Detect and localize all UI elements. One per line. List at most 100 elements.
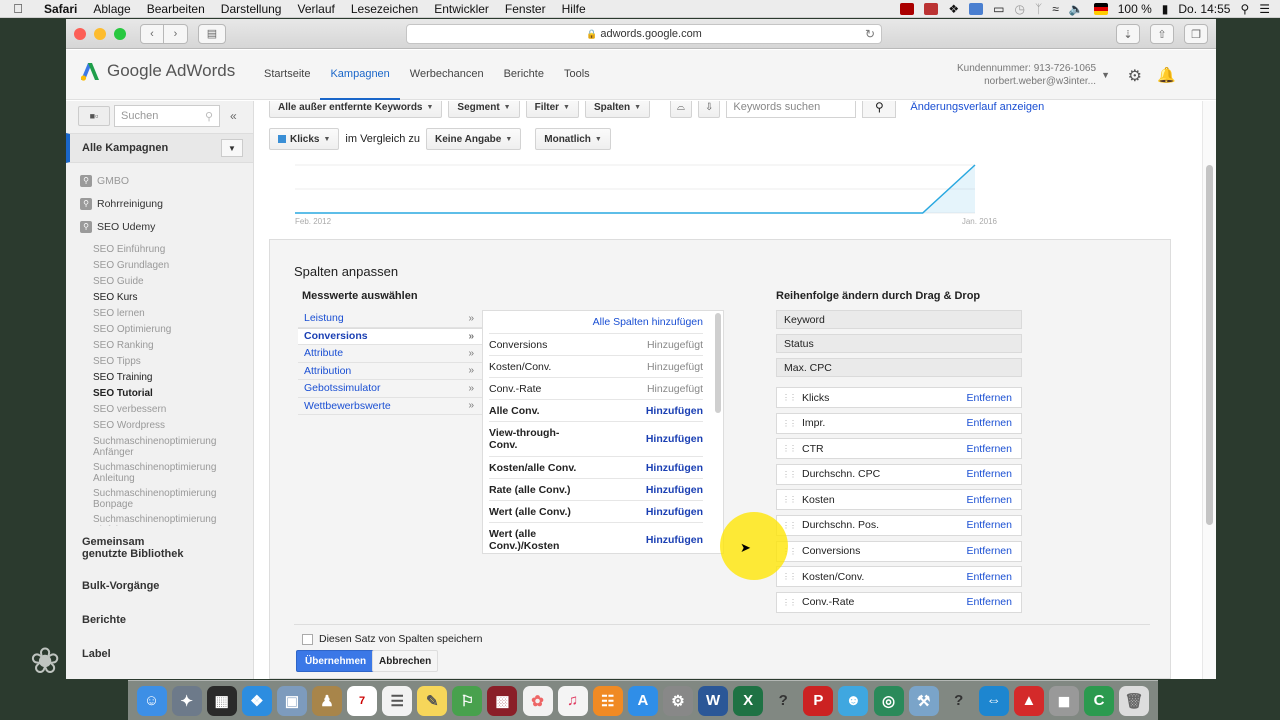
spotlight-icon[interactable]: ⚲ [1240,2,1249,16]
account-caret-icon[interactable]: ▼ [1101,70,1110,80]
remove-column-link[interactable]: Entfernen [966,545,1012,557]
recording-icon[interactable] [900,2,915,15]
order-column-row[interactable]: ⋮⋮ Kosten/Conv. Entfernen [776,566,1022,588]
downloads-icon[interactable]: ⇣ [1116,24,1140,44]
menu-entwickler[interactable]: Entwickler [426,2,497,16]
order-column-row[interactable]: ⋮⋮ Conv.-Rate Entfernen [776,591,1022,613]
trash-icon[interactable]: 🗑 [1119,685,1150,716]
remove-column-link[interactable]: Entfernen [966,519,1012,531]
drag-handle-icon[interactable]: ⋮⋮ [782,419,797,428]
ibooks-icon[interactable]: ☷ [592,685,623,716]
account-info[interactable]: Kundennummer: 913-726-1065 norbert.weber… [957,62,1096,88]
safari-icon[interactable]: ❖ [241,685,272,716]
help-icon[interactable]: ? [944,686,974,716]
adgroup-item[interactable]: SEO Ranking [66,338,253,354]
segment-dropdown[interactable]: Segment ▼ [448,101,520,118]
drag-handle-icon[interactable]: ⋮⋮ [782,495,797,504]
app-tray-icon[interactable] [924,2,939,15]
powerpoint-icon[interactable]: P [803,685,834,716]
metric-dropdown[interactable]: Klicks ▼ [269,128,340,150]
change-history-link[interactable]: Änderungsverlauf anzeigen [910,101,1044,113]
app-store-icon[interactable]: A [627,685,658,716]
menu-darstellung[interactable]: Darstellung [213,2,290,16]
adgroup-item[interactable]: SEO Einführung [66,242,253,258]
german-flag-icon[interactable] [1093,2,1108,15]
sidebar-label[interactable]: Label [66,648,253,660]
remove-column-link[interactable]: Entfernen [966,596,1012,608]
adgroup-item[interactable]: Suchmaschinenoptimierung Anfänger [66,434,253,460]
campaign-seo-udemy[interactable]: ⚲ SEO Udemy [66,215,253,238]
category-conversions[interactable]: Conversions » [298,327,482,345]
adgroup-item[interactable]: SEO verbessern [66,402,253,418]
save-column-set[interactable]: Diesen Satz von Spalten speichern [302,633,482,645]
adgroup-item[interactable]: Suchmaschinenoptimierung Anleitung [66,460,253,486]
contacts-icon[interactable]: ♟ [312,685,343,716]
reload-icon[interactable]: ↻ [865,27,875,41]
camtasia-icon[interactable]: C [1084,685,1115,716]
all-campaigns[interactable]: Alle Kampagnen ▼ [66,133,253,163]
reminders-icon[interactable]: ☰ [382,685,413,716]
adgroup-item[interactable]: Suchmaschinenoptimierung Bonpage [66,486,253,512]
launchpad-icon[interactable]: ✦ [171,685,202,716]
campaign-rohrreinigung[interactable]: ⚲ Rohrreinigung [66,192,253,215]
nav-tools[interactable]: Tools [554,50,600,100]
mission-control-icon[interactable]: ▦ [206,685,237,716]
remove-column-link[interactable]: Entfernen [966,468,1012,480]
notes-icon[interactable]: ✎ [417,685,448,716]
remove-column-link[interactable]: Entfernen [966,443,1012,455]
forward-icon[interactable]: › [164,23,188,44]
sidebar-reports[interactable]: Berichte [66,614,253,626]
bluetooth-icon[interactable]: ᛉ [1035,2,1042,16]
columns-dropdown[interactable]: Spalten ▼ [584,101,651,118]
utility-icon[interactable]: ⚒ [908,685,939,716]
adgroup-item[interactable]: SEO Grundlagen [66,258,253,274]
close-window-icon[interactable] [74,27,86,40]
photos-icon[interactable]: ✿ [522,685,553,716]
filter-dropdown[interactable]: Filter ▼ [525,101,579,118]
order-column-row[interactable]: ⋮⋮ Klicks Entfernen [776,387,1022,408]
add-metric-link[interactable]: Hinzufügen [646,462,703,474]
system-preferences-icon[interactable]: ⚙ [662,685,693,716]
collapse-sidebar-icon[interactable]: « [230,109,237,123]
category-wettbewerbswerte[interactable]: Wettbewerbswerte » [298,398,482,415]
acrobat-icon[interactable]: ▲ [1013,685,1044,716]
volume-icon[interactable]: 🔈 [1069,2,1084,16]
sidebar-search-input[interactable]: Suchen ⚲ [114,105,220,127]
order-column-row[interactable]: ⋮⋮ CTR Entfernen [776,438,1022,460]
adgroup-item[interactable]: SEO Training [66,370,253,386]
keywords-filter-dropdown[interactable]: Alle außer entfernte Keywords ▼ [269,101,443,118]
nav-werbechancen[interactable]: Werbechancen [400,50,494,100]
nav-startseite[interactable]: Startseite [254,50,320,100]
add-metric-link[interactable]: Hinzufügen [646,534,703,546]
dropbox-icon[interactable]: ❖ [948,2,959,16]
drag-handle-icon[interactable]: ⋮⋮ [782,572,797,581]
remove-column-link[interactable]: Entfernen [966,494,1012,506]
time-machine-icon[interactable]: ◷ [1015,2,1025,16]
finder-icon[interactable]: ☺ [136,685,167,716]
sidebar-bulk-operations[interactable]: Bulk-Vorgänge [66,580,253,592]
drag-handle-icon[interactable]: ⋮⋮ [782,444,797,453]
adgroup-item[interactable]: SEO Optimierung [66,322,253,338]
page-scrollbar[interactable] [1202,101,1216,679]
minimize-window-icon[interactable] [94,27,106,40]
wifi-icon[interactable]: ≈ [1052,2,1059,16]
add-metric-link[interactable]: Hinzufügen [646,484,703,496]
apple-icon[interactable]:  [0,1,36,16]
preview-icon[interactable]: ▣ [276,685,307,716]
tray-icon-blue[interactable] [969,2,984,15]
category-gebotssimulator[interactable]: Gebotssimulator » [298,380,482,398]
period-dropdown[interactable]: Monatlich ▼ [535,128,611,150]
save-set-checkbox[interactable] [302,633,313,645]
clock[interactable]: Do. 14:55 [1178,2,1230,16]
maps-icon[interactable]: ⚐ [452,685,483,716]
zoom-window-icon[interactable] [114,27,126,40]
adgroup-item[interactable]: Suchmaschinenoptimierung Einführung [66,512,253,526]
notification-center-icon[interactable]: ☰ [1259,2,1270,16]
chart-toggle-icon[interactable]: ⌓ [670,101,692,118]
word-icon[interactable]: W [698,685,729,716]
address-bar[interactable]: 🔒 adwords.google.com ↻ [406,24,882,44]
calendar-icon[interactable]: 7 [347,685,378,716]
add-all-columns-link[interactable]: Alle Spalten hinzufügen [483,311,723,333]
itunes-icon[interactable]: ♫ [557,685,588,716]
adgroup-item[interactable]: SEO Wordpress [66,418,253,434]
